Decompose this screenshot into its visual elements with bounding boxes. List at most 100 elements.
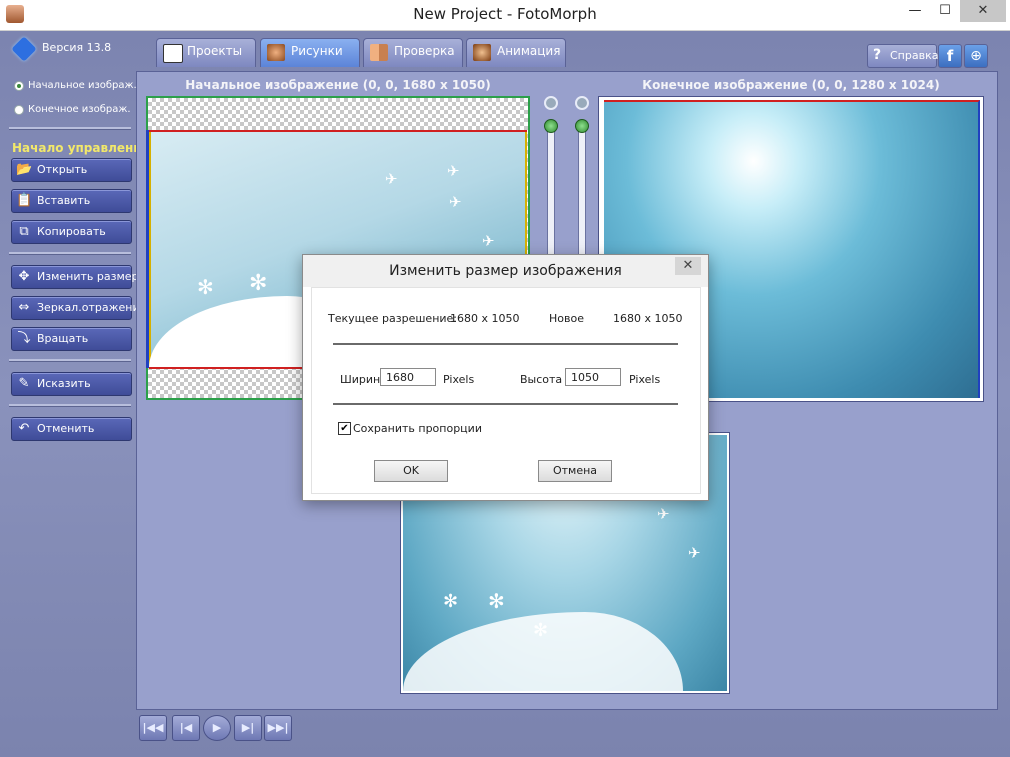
close-button[interactable]: ✕ [960, 0, 1006, 22]
mirror-icon: ⇔ [18, 300, 30, 315]
window-titlebar: New Project - FotoMorph — ☐ ✕ [0, 0, 1010, 31]
tab-preview-label: Проверка [394, 44, 455, 58]
end-image-label: Конечное изображение (0, 0, 1280 x 1024) [642, 78, 940, 92]
bird-icon: ✈ [385, 170, 398, 188]
tab-animation[interactable]: Анимация [466, 38, 566, 67]
resize-arrows-icon: ✥ [18, 269, 30, 284]
tab-preview[interactable]: Проверка [363, 38, 463, 67]
current-resolution-value: 1680 x 1050 [450, 312, 520, 325]
dialog-divider [333, 403, 678, 405]
zoom-start-slider[interactable] [547, 120, 555, 262]
dialog-title: Изменить размер изображения [389, 263, 622, 279]
keep-ratio-checkbox[interactable]: ✔ [338, 422, 351, 435]
distort-button[interactable]: ✎ Исказить [11, 372, 132, 396]
paste-icon: 📋 [16, 193, 33, 208]
flower-icon: ✻ [533, 620, 549, 641]
start-image-label: Начальное изображение (0, 0, 1680 x 1050… [185, 78, 491, 92]
minimize-button[interactable]: — [902, 0, 928, 22]
flower-icon: ✻ [249, 271, 268, 296]
radio-start-image-label[interactable]: Начальное изображ. [28, 80, 137, 91]
height-input[interactable]: 1050 [565, 368, 621, 386]
bird-icon: ✈ [482, 232, 495, 250]
copy-icon: ⧉ [19, 224, 29, 239]
tab-images-label: Рисунки [291, 44, 343, 58]
film-strip-icon [163, 44, 183, 63]
rotate-button-label: Вращать [37, 332, 89, 345]
sidebar-divider [9, 252, 131, 255]
flower-icon: ✻ [443, 591, 459, 612]
compare-icon [370, 44, 388, 61]
tab-projects[interactable]: Проекты [156, 38, 256, 67]
resize-button-label: Изменить размер [37, 270, 139, 283]
crop-guide-left[interactable] [146, 130, 149, 368]
sidebar-divider [9, 404, 131, 407]
paste-button[interactable]: 📋 Вставить [11, 189, 132, 213]
distort-icon: ✎ [18, 376, 30, 391]
radio-end-image[interactable] [14, 105, 24, 115]
sidebar-divider [9, 359, 131, 362]
zoom-end-knob[interactable] [575, 119, 589, 133]
cancel-button[interactable]: Отмена [538, 460, 612, 482]
sidebar-divider [9, 127, 131, 130]
dialog-divider [333, 343, 678, 345]
tab-images[interactable]: Рисунки [260, 38, 360, 67]
open-button-label: Открыть [37, 163, 88, 176]
help-button-label: Справка [890, 49, 939, 62]
copy-button[interactable]: ⧉ Копировать [11, 220, 132, 244]
zoom-end-icon[interactable] [575, 96, 589, 110]
facebook-icon[interactable]: f [938, 44, 962, 68]
help-button[interactable]: ? Справка [867, 44, 939, 68]
version-label: Версия 13.8 [42, 41, 112, 54]
mirror-button-label: Зеркал.отражение [37, 301, 147, 314]
flower-icon: ✻ [488, 589, 505, 613]
new-resolution-label: Новое [549, 312, 584, 325]
undo-button[interactable]: ↶ Отменить [11, 417, 132, 441]
tab-animation-label: Анимация [497, 44, 561, 58]
mirror-button[interactable]: ⇔ Зеркал.отражение [11, 296, 146, 320]
undo-icon: ↶ [18, 421, 30, 436]
bird-icon: ✈ [688, 544, 701, 562]
resize-button[interactable]: ✥ Изменить размер [11, 265, 139, 289]
copy-button-label: Копировать [37, 225, 106, 238]
flower-icon: ✻ [197, 275, 214, 299]
current-resolution-label: Текущее разрешение: [328, 312, 458, 325]
first-frame-button[interactable]: |◀◀ [139, 715, 167, 741]
last-frame-button[interactable]: ▶▶| [264, 715, 292, 741]
radio-end-image-label[interactable]: Конечное изображ. [28, 104, 131, 115]
rotate-button[interactable]: ⤵ Вращать [11, 327, 132, 351]
tab-projects-label: Проекты [187, 44, 243, 58]
width-unit: Pixels [443, 373, 475, 386]
dialog-close-button[interactable]: ✕ [675, 257, 701, 275]
animation-icon [473, 44, 491, 61]
undo-button-label: Отменить [37, 422, 95, 435]
distort-button-label: Исказить [37, 377, 91, 390]
bird-icon: ✈ [657, 505, 670, 523]
paste-button-label: Вставить [37, 194, 91, 207]
crop-guide-top[interactable] [149, 130, 527, 132]
width-input[interactable]: 1680 [380, 368, 436, 386]
maximize-button[interactable]: ☐ [932, 0, 958, 22]
keep-ratio-label[interactable]: Сохранить пропорции [353, 422, 482, 435]
zoom-start-knob[interactable] [544, 119, 558, 133]
globe-icon[interactable]: ⊕ [964, 44, 988, 68]
next-frame-button[interactable]: ▶| [234, 715, 262, 741]
bird-icon: ✈ [447, 162, 460, 180]
new-resolution-value: 1680 x 1050 [613, 312, 683, 325]
zoom-end-slider[interactable] [578, 120, 586, 262]
play-button[interactable]: ▶ [203, 715, 231, 741]
zoom-start-icon[interactable] [544, 96, 558, 110]
bird-icon: ✈ [449, 193, 462, 211]
height-unit: Pixels [629, 373, 661, 386]
folder-open-icon: 📂 [16, 162, 33, 177]
height-label: Высота [520, 373, 563, 386]
question-mark-icon: ? [873, 47, 882, 63]
portrait-icon [267, 44, 285, 61]
window-title: New Project - FotoMorph [413, 5, 597, 23]
radio-start-image[interactable] [14, 81, 24, 91]
prev-frame-button[interactable]: |◀ [172, 715, 200, 741]
controls-heading: Начало управления [12, 141, 150, 155]
open-button[interactable]: 📂 Открыть [11, 158, 132, 182]
ok-button[interactable]: OK [374, 460, 448, 482]
rotate-icon: ⤵ [17, 331, 31, 346]
resize-dialog: Изменить размер изображения ✕ Текущее ра… [302, 254, 709, 501]
